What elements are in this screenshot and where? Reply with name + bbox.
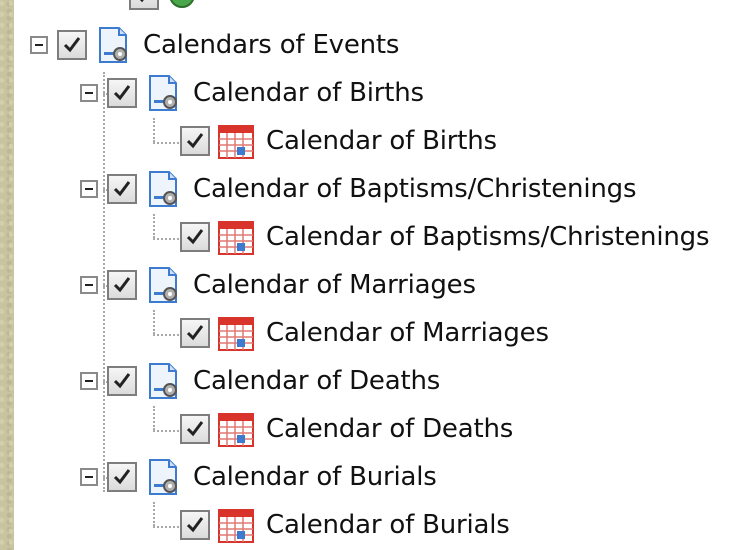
checkbox-group[interactable] — [107, 270, 137, 300]
tree-line — [153, 526, 179, 528]
tree-line — [153, 430, 179, 432]
globe-icon — [170, 0, 194, 8]
tree-node-calendars-of-events[interactable]: Calendars of Events — [30, 21, 399, 69]
report-document-icon — [149, 75, 177, 111]
tree-node-label: Calendar of Deaths — [193, 366, 441, 396]
tree-node-label: Calendar of Burials — [266, 510, 510, 540]
checkbox-group[interactable] — [107, 366, 137, 396]
tree-node-label: Calendar of Burials — [193, 462, 437, 492]
tree-node-group[interactable]: Calendar of Births — [80, 69, 424, 117]
tree-node-group[interactable]: Calendar of Deaths — [80, 357, 440, 405]
checkbox-calendar[interactable] — [180, 318, 210, 348]
collapse-toggle[interactable] — [80, 180, 98, 198]
calendar-icon — [218, 509, 254, 543]
collapse-toggle[interactable] — [80, 372, 98, 390]
checkbox-calendars-of-events[interactable] — [57, 30, 87, 60]
tree-line — [153, 142, 179, 144]
tree-node-calendar[interactable]: Calendar of Marriages — [180, 309, 549, 357]
tree-node-group[interactable]: Calendar of Baptisms/Christenings — [80, 165, 636, 213]
collapse-toggle[interactable] — [80, 468, 98, 486]
checkbox-partial[interactable] — [129, 0, 159, 10]
tree-node-label: Calendar of Baptisms/Christenings — [266, 222, 710, 252]
tree-line — [153, 310, 155, 334]
collapse-toggle[interactable] — [80, 276, 98, 294]
tree-node-label: Calendar of Deaths — [266, 414, 514, 444]
tree-line — [153, 214, 155, 238]
tree-node-label: Calendars of Events — [143, 30, 400, 60]
partial-row-top — [129, 0, 197, 12]
report-document-icon — [149, 267, 177, 303]
tree-node-group[interactable]: Calendar of Marriages — [80, 261, 476, 309]
tree-node-calendar[interactable]: Calendar of Deaths — [180, 405, 513, 453]
collapse-toggle[interactable] — [30, 36, 48, 54]
tree-node-label: Calendar of Births — [193, 78, 424, 108]
report-tree-pane: Calendars of Events Calendar of Births C… — [14, 0, 746, 550]
calendar-icon — [218, 317, 254, 351]
report-document-icon — [149, 363, 177, 399]
tree-node-label: Calendar of Baptisms/Christenings — [193, 174, 637, 204]
checkbox-calendar[interactable] — [180, 222, 210, 252]
tree-node-calendar[interactable]: Calendar of Burials — [180, 501, 510, 549]
tree-node-calendar[interactable]: Calendar of Baptisms/Christenings — [180, 213, 709, 261]
tree-node-calendar[interactable]: Calendar of Births — [180, 117, 497, 165]
collapse-toggle[interactable] — [80, 84, 98, 102]
calendar-icon — [218, 221, 254, 255]
report-document-icon — [99, 27, 127, 63]
tree-line — [153, 502, 155, 526]
tree-line — [153, 118, 155, 142]
calendar-icon — [218, 413, 254, 447]
checkbox-calendar[interactable] — [180, 510, 210, 540]
checkbox-group[interactable] — [107, 174, 137, 204]
checkbox-calendar[interactable] — [180, 126, 210, 156]
checkbox-group[interactable] — [107, 78, 137, 108]
report-document-icon — [149, 171, 177, 207]
checkbox-group[interactable] — [107, 462, 137, 492]
tree-line — [153, 238, 179, 240]
tree-node-group[interactable]: Calendar of Burials — [80, 453, 437, 501]
tree-line — [153, 406, 155, 430]
tree-node-label: Calendar of Marriages — [193, 270, 476, 300]
tree-line — [153, 334, 179, 336]
checkbox-calendar[interactable] — [180, 414, 210, 444]
tree-node-label: Calendar of Marriages — [266, 318, 549, 348]
tree-node-label: Calendar of Births — [266, 126, 497, 156]
calendar-icon — [218, 125, 254, 159]
report-document-icon — [149, 459, 177, 495]
